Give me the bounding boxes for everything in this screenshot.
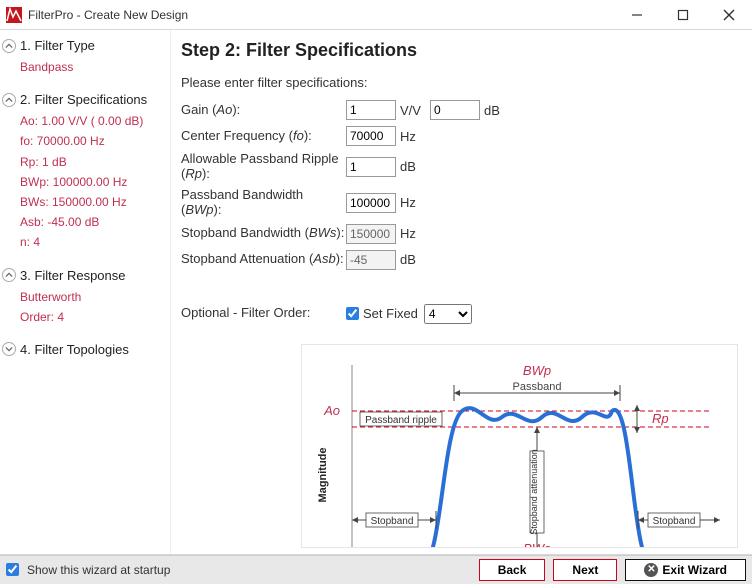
center-freq-label: Center Frequency (fo): <box>181 129 346 144</box>
chevron-up-icon <box>2 39 16 53</box>
minimize-button[interactable] <box>614 0 660 30</box>
step-detail: fo: 70000.00 Hz <box>20 132 166 151</box>
title-bar: FilterPro - Create New Design <box>0 0 752 30</box>
step-detail: Asb: -45.00 dB <box>20 213 166 232</box>
gain-label: Gain (Ao): <box>181 103 346 118</box>
chevron-down-icon <box>2 342 16 356</box>
back-button[interactable]: Back <box>479 559 546 581</box>
svg-text:BWs: BWs <box>523 541 551 548</box>
main-panel: Step 2: Filter Specifications Please ent… <box>170 30 752 554</box>
next-button[interactable]: Next <box>553 559 617 581</box>
svg-text:Magnitude: Magnitude <box>317 447 329 502</box>
show-at-startup-label[interactable]: Show this wizard at startup <box>6 563 170 577</box>
maximize-button[interactable] <box>660 0 706 30</box>
gain-db-input[interactable] <box>430 100 480 120</box>
svg-text:Stopband: Stopband <box>371 516 414 527</box>
step-detail: Butterworth <box>20 288 166 307</box>
show-at-startup-checkbox[interactable] <box>6 563 19 576</box>
step-prompt: Please enter filter specifications: <box>181 75 738 90</box>
step-header-3[interactable]: 3. Filter Response <box>2 266 166 285</box>
center-freq-input[interactable] <box>346 126 396 146</box>
wizard-footer: Show this wizard at startup Back Next ✕ … <box>0 555 752 584</box>
ripple-unit: dB <box>400 159 430 174</box>
stopband-attn-unit: dB <box>400 252 430 267</box>
passband-bw-label: Passband Bandwidth (BWp): <box>181 188 346 218</box>
svg-text:Stopband attenuation: Stopband attenuation <box>529 449 539 535</box>
svg-text:Passband: Passband <box>513 381 562 393</box>
svg-text:Stopband: Stopband <box>653 516 696 527</box>
exit-wizard-button[interactable]: ✕ Exit Wizard <box>625 559 746 581</box>
gain-unit-vv: V/V <box>400 103 430 118</box>
close-icon: ✕ <box>644 563 658 577</box>
step-title: 3. Filter Response <box>20 268 126 283</box>
step-header-4[interactable]: 4. Filter Topologies <box>2 340 166 359</box>
step-header-2[interactable]: 2. Filter Specifications <box>2 90 166 109</box>
chevron-up-icon <box>2 93 16 107</box>
step-detail: Order: 4 <box>20 308 166 327</box>
wizard-steps-sidebar: 1. Filter Type Bandpass 2. Filter Specific… <box>0 30 170 554</box>
step-title: 1. Filter Type <box>20 38 95 53</box>
gain-unit-db: dB <box>484 103 514 118</box>
stopband-attn-label: Stopband Attenuation (Asb): <box>181 252 346 267</box>
stopband-bw-input[interactable] <box>346 224 396 244</box>
step-detail: n: 4 <box>20 233 166 252</box>
svg-text:BWp: BWp <box>523 363 551 378</box>
app-icon <box>6 7 22 23</box>
step-header-1[interactable]: 1. Filter Type <box>2 36 166 55</box>
step-title: 2. Filter Specifications <box>20 92 147 107</box>
filter-response-diagram: Magnitude BWp Passband Ao Rp <box>301 344 738 548</box>
svg-text:Ao: Ao <box>323 403 340 418</box>
gain-input[interactable] <box>346 100 396 120</box>
stopband-bw-unit: Hz <box>400 226 430 241</box>
step-body: Bandpass <box>2 55 166 82</box>
step-detail: Rp: 1 dB <box>20 153 166 172</box>
set-fixed-checkbox[interactable] <box>346 307 359 320</box>
passband-bw-input[interactable] <box>346 193 396 213</box>
stopband-attn-input[interactable] <box>346 250 396 270</box>
step-detail: BWs: 150000.00 Hz <box>20 193 166 212</box>
step-detail: BWp: 100000.00 Hz <box>20 173 166 192</box>
close-button[interactable] <box>706 0 752 30</box>
window-title: FilterPro - Create New Design <box>28 8 188 22</box>
passband-bw-unit: Hz <box>400 195 430 210</box>
stopband-bw-label: Stopband Bandwidth (BWs): <box>181 226 346 241</box>
ripple-label: Allowable Passband Ripple (Rp): <box>181 152 346 182</box>
step-detail: Ao: 1.00 V/V ( 0.00 dB) <box>20 112 166 131</box>
step-body: Ao: 1.00 V/V ( 0.00 dB)fo: 70000.00 Hz Rp… <box>2 109 166 257</box>
filter-order-label: Optional - Filter Order: <box>181 306 346 321</box>
chevron-up-icon <box>2 268 16 282</box>
window-controls <box>614 0 752 30</box>
step-body: ButterworthOrder: 4 <box>2 285 166 332</box>
set-fixed-label: Set Fixed <box>363 306 418 321</box>
step-title: 4. Filter Topologies <box>20 342 129 357</box>
step-detail: Bandpass <box>20 58 166 77</box>
svg-text:Rp: Rp <box>652 411 669 426</box>
svg-text:Passband ripple: Passband ripple <box>365 415 437 426</box>
step-heading: Step 2: Filter Specifications <box>181 40 738 61</box>
center-freq-unit: Hz <box>400 129 430 144</box>
filter-order-select[interactable]: 4 <box>424 304 472 324</box>
ripple-input[interactable] <box>346 157 396 177</box>
